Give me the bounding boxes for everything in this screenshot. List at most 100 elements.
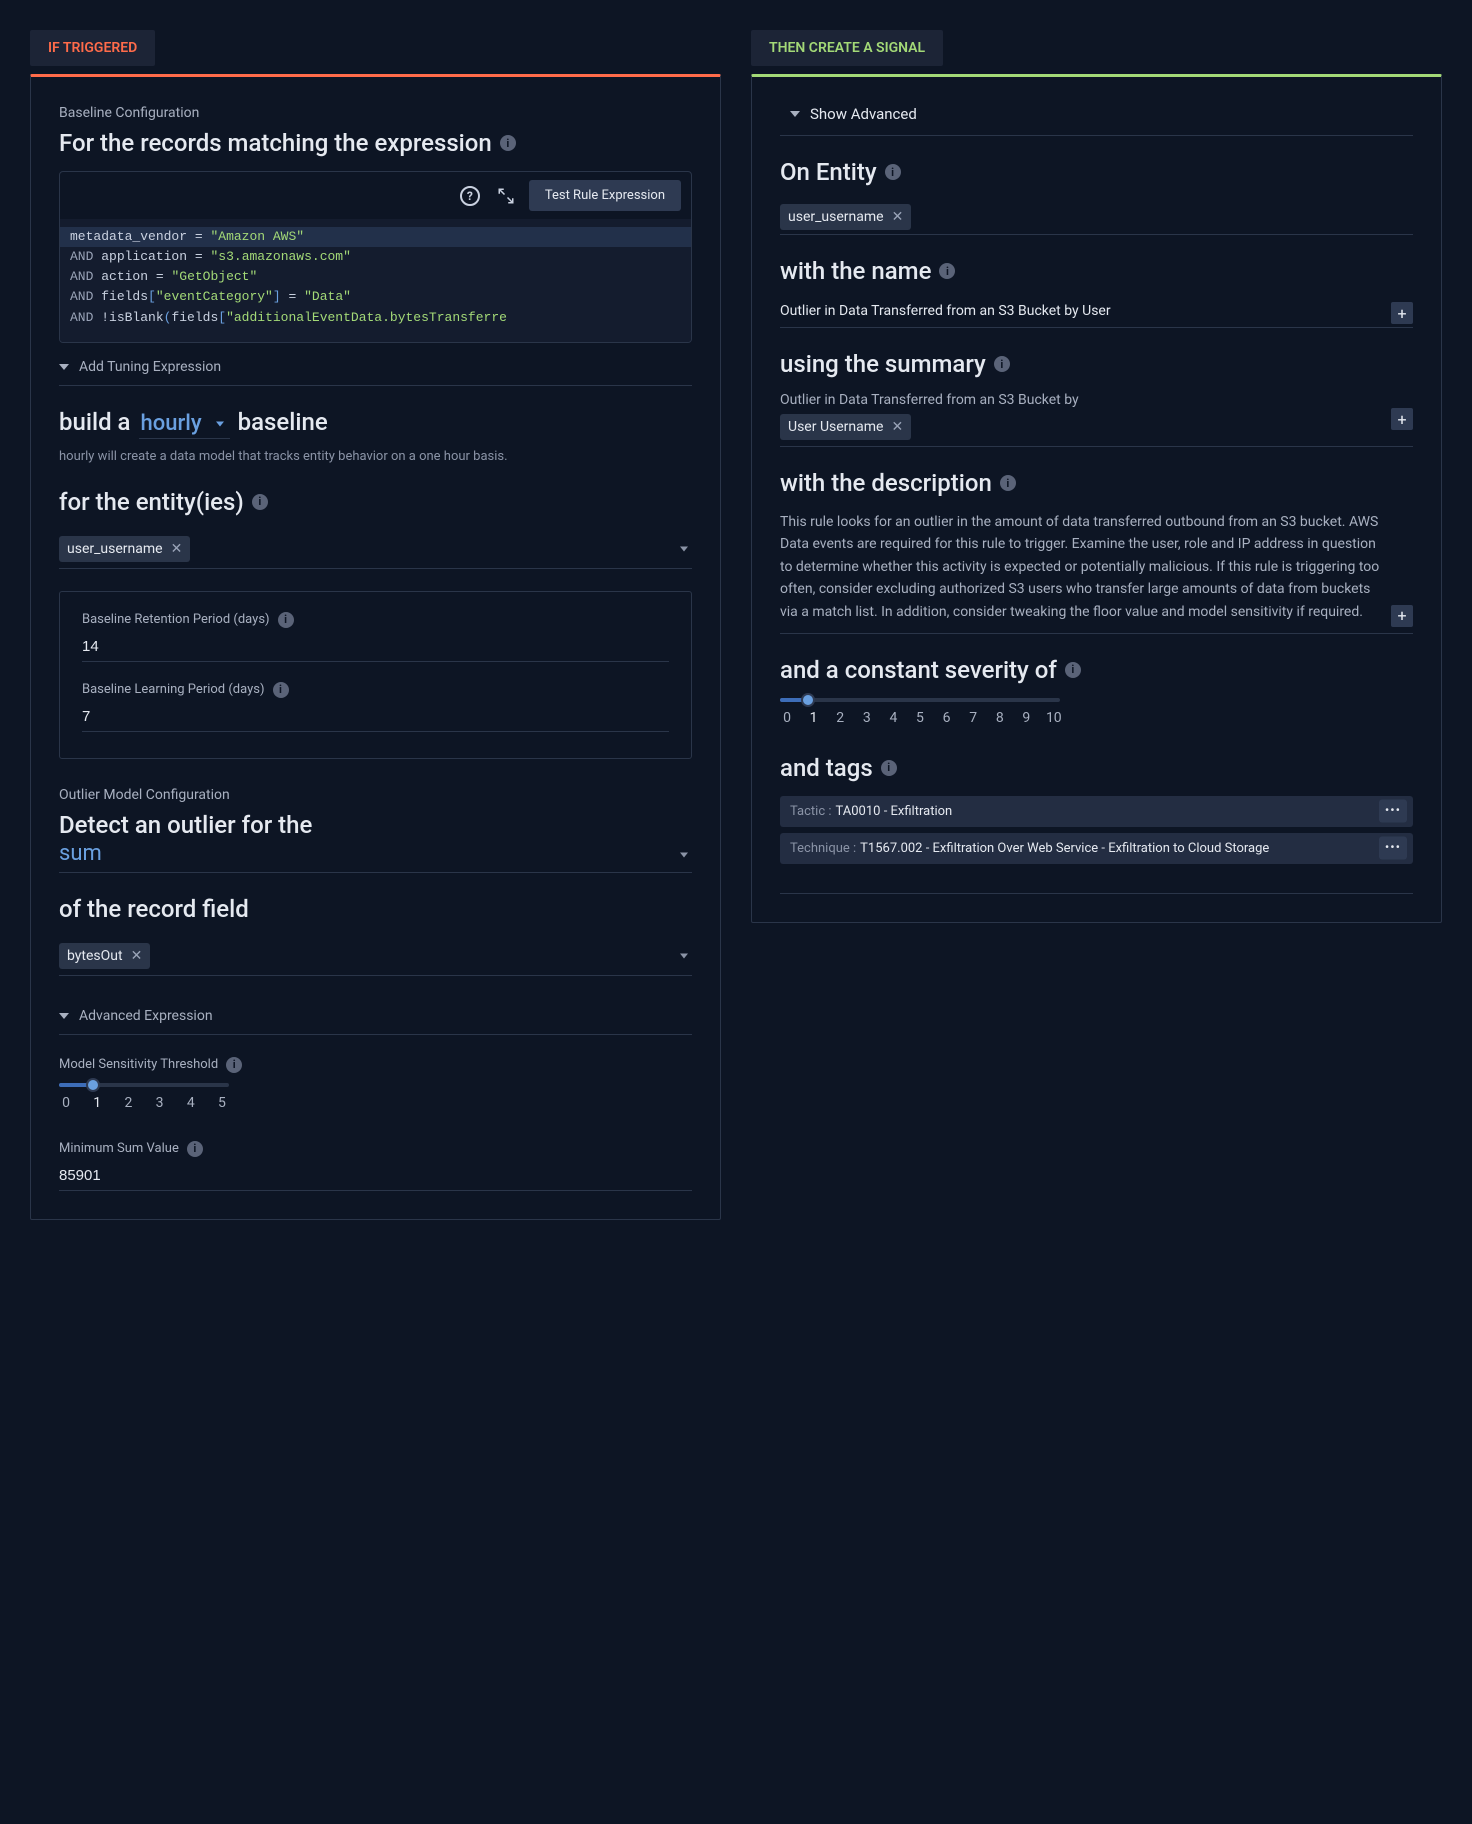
min-sum-input[interactable] (59, 1161, 692, 1191)
chevron-down-icon (680, 953, 688, 958)
info-icon[interactable]: i (252, 494, 268, 510)
entities-heading: for the entity(ies) (59, 488, 244, 516)
scale-label: 2 (833, 710, 847, 726)
tag-row: Technique : T1567.002 - Exfiltration Ove… (780, 833, 1413, 864)
scale-label: 0 (59, 1095, 73, 1111)
info-icon[interactable]: i (1000, 475, 1016, 491)
baseline-config-label: Baseline Configuration (59, 105, 692, 121)
chevron-down-icon (59, 1013, 69, 1019)
severity-scale: 0123456789 10 (780, 710, 1060, 726)
code-body[interactable]: metadata_vendor = "Amazon AWS" AND appli… (60, 219, 691, 342)
slider-thumb[interactable] (801, 693, 815, 707)
sensitivity-label: Model Sensitivity Threshold (59, 1057, 218, 1072)
scale-label: 0 (780, 710, 794, 726)
retention-input[interactable] (82, 632, 669, 662)
learning-input[interactable] (82, 702, 669, 732)
info-icon[interactable]: i (273, 682, 289, 698)
more-icon[interactable]: ••• (1379, 837, 1407, 860)
scale-label: 4 (886, 710, 900, 726)
learning-label: Baseline Learning Period (days) (82, 682, 265, 697)
min-sum-label: Minimum Sum Value (59, 1141, 179, 1156)
detect-heading: Detect an outlier for the (59, 811, 312, 839)
outlier-config-label: Outlier Model Configuration (59, 787, 692, 803)
tag-key: Technique : (790, 841, 856, 856)
tags-heading: and tags (780, 754, 873, 782)
remove-chip-icon[interactable]: ✕ (891, 420, 903, 434)
scale-label: 1 (807, 710, 821, 726)
add-button[interactable]: + (1391, 605, 1413, 627)
using-summary-heading: using the summary (780, 350, 986, 378)
if-triggered-tab[interactable]: IF TRIGGERED (30, 30, 155, 66)
on-entity-select[interactable]: user_username ✕ (780, 200, 1413, 235)
chevron-down-icon (790, 111, 800, 117)
more-icon[interactable]: ••• (1379, 800, 1407, 823)
of-field-heading: of the record field (59, 895, 249, 923)
entities-select[interactable]: user_username ✕ (59, 530, 692, 569)
info-icon[interactable]: i (187, 1141, 203, 1157)
sensitivity-slider[interactable] (59, 1083, 229, 1087)
chevron-down-icon (680, 546, 688, 551)
expand-icon[interactable] (493, 183, 519, 209)
baseline-label: baseline (238, 408, 328, 436)
tag-value: T1567.002 - Exfiltration Over Web Servic… (860, 841, 1269, 856)
scale-label: 5 (913, 710, 927, 726)
info-icon[interactable]: i (881, 760, 897, 776)
info-icon[interactable]: i (885, 164, 901, 180)
info-icon[interactable]: i (1065, 662, 1081, 678)
slider-thumb[interactable] (86, 1078, 100, 1092)
scale-label: 7 (966, 710, 980, 726)
info-icon[interactable]: i (994, 356, 1010, 372)
chevron-down-icon (216, 422, 224, 427)
build-a-label: build a (59, 408, 131, 436)
entity-chip: user_username ✕ (59, 536, 190, 562)
tag-row: Tactic : TA0010 - Exfiltration ••• (780, 796, 1413, 827)
severity-heading: and a constant severity of (780, 656, 1057, 684)
remove-chip-icon[interactable]: ✕ (171, 542, 183, 556)
tags-select[interactable] (780, 870, 1413, 894)
scale-label: 10 (1046, 710, 1060, 726)
add-button[interactable]: + (1391, 302, 1413, 324)
scale-label: 3 (153, 1095, 167, 1111)
records-heading: For the records matching the expression (59, 129, 492, 157)
with-description-heading: with the description (780, 469, 992, 497)
info-icon[interactable]: i (278, 612, 294, 628)
remove-chip-icon[interactable]: ✕ (892, 210, 904, 224)
scale-label: 8 (993, 710, 1007, 726)
aggregation-select[interactable]: sum (59, 839, 692, 873)
severity-slider[interactable] (780, 698, 1060, 702)
retention-label: Baseline Retention Period (days) (82, 612, 270, 627)
summary-chip: User Username ✕ (780, 414, 911, 440)
scale-label: 3 (860, 710, 874, 726)
tag-key: Tactic : (790, 804, 832, 819)
scale-label: 6 (940, 710, 954, 726)
then-create-signal-tab[interactable]: THEN CREATE A SIGNAL (751, 30, 943, 66)
info-icon[interactable]: i (939, 263, 955, 279)
help-icon[interactable]: ? (457, 183, 483, 209)
on-entity-heading: On Entity (780, 158, 877, 186)
signal-name-input[interactable]: Outlier in Data Transferred from an S3 B… (780, 299, 1413, 328)
description-input[interactable]: This rule looks for an outlier in the am… (780, 511, 1413, 634)
scale-label: 5 (215, 1095, 229, 1111)
record-field-select[interactable]: bytesOut ✕ (59, 937, 692, 976)
advanced-expression-toggle[interactable]: Advanced Expression (59, 998, 692, 1035)
tag-value: TA0010 - Exfiltration (836, 804, 953, 819)
chevron-down-icon (680, 853, 688, 858)
show-advanced-toggle[interactable]: Show Advanced (780, 105, 1413, 136)
chevron-down-icon (59, 364, 69, 370)
scale-label: 2 (121, 1095, 135, 1111)
add-tuning-expression-toggle[interactable]: Add Tuning Expression (59, 349, 692, 386)
interval-select[interactable]: hourly (139, 411, 230, 439)
expression-editor: ? Test Rule Expression metadata_vendor =… (59, 171, 692, 343)
test-rule-button[interactable]: Test Rule Expression (529, 180, 681, 211)
field-chip: bytesOut ✕ (59, 943, 150, 969)
add-button[interactable]: + (1391, 408, 1413, 430)
with-name-heading: with the name (780, 257, 931, 285)
info-icon[interactable]: i (500, 135, 516, 151)
sensitivity-scale: 012345 (59, 1095, 229, 1111)
scale-label: 4 (184, 1095, 198, 1111)
remove-chip-icon[interactable]: ✕ (131, 949, 143, 963)
info-icon[interactable]: i (226, 1057, 242, 1073)
summary-input[interactable]: Outlier in Data Transferred from an S3 B… (780, 392, 1413, 447)
entity-chip: user_username ✕ (780, 204, 911, 230)
scale-label: 9 (1019, 710, 1033, 726)
